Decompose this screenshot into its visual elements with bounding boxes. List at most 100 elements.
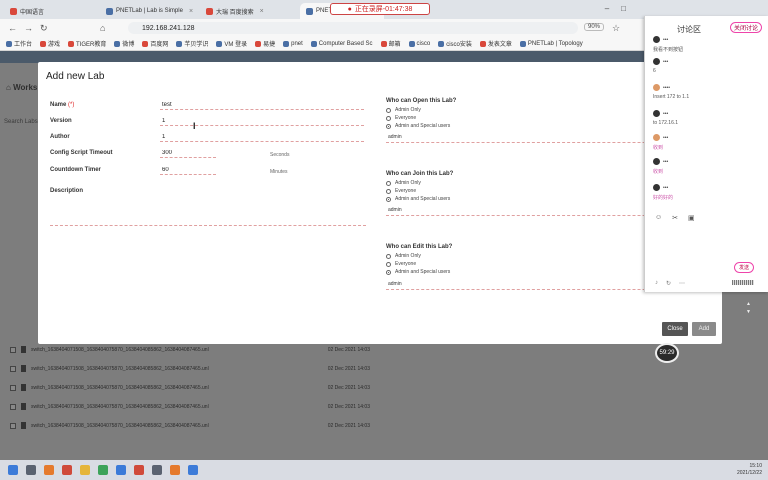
emoji-icon[interactable]: ☺ [655, 214, 662, 222]
window-controls[interactable]: –□ [605, 4, 638, 13]
more-icon[interactable]: ⋯ [679, 280, 685, 287]
system-clock[interactable]: 15:10 2021/12/22 [737, 463, 762, 477]
radio-button[interactable] [386, 188, 391, 194]
bookmark[interactable]: 邮箱 [380, 39, 401, 48]
zoom-level[interactable]: 90% [584, 23, 605, 31]
start-icon[interactable] [8, 465, 18, 475]
open-option-admin-only[interactable]: Admin Only [386, 107, 421, 113]
open-option-everyone[interactable]: Everyone [386, 115, 416, 121]
side-scroll-controls[interactable]: ▲ ▼ [746, 300, 751, 316]
close-button[interactable]: Close [662, 322, 688, 336]
folder-icon[interactable] [80, 465, 90, 475]
app-icon[interactable] [188, 465, 198, 475]
bookmark[interactable]: VM 登录 [216, 39, 247, 48]
table-row[interactable]: switch_1638404071508_1638404075870_16384… [10, 401, 370, 412]
mic-icon[interactable]: ♪ [655, 280, 658, 287]
radio-button[interactable] [386, 123, 391, 129]
radio-button[interactable] [386, 253, 391, 259]
bookmark[interactable]: TIGER教育 [68, 39, 106, 48]
join-option-everyone[interactable]: Everyone [386, 188, 416, 194]
avatar [653, 84, 660, 91]
app-icon[interactable] [44, 465, 54, 475]
search-icon[interactable] [26, 465, 36, 475]
timeout-input[interactable] [160, 148, 216, 158]
row-checkbox[interactable] [10, 422, 16, 429]
edit-option-everyone[interactable]: Everyone [386, 261, 416, 267]
edit-option-admin-only[interactable]: Admin Only [386, 253, 421, 259]
description-input[interactable] [50, 198, 366, 226]
bookmark[interactable]: pnet [283, 40, 303, 47]
join-option-special[interactable]: Admin and Special users [386, 196, 450, 202]
bookmark[interactable]: 百度网 [142, 39, 168, 48]
bookmark[interactable]: 易捷 [255, 39, 275, 48]
row-checkbox[interactable] [10, 403, 16, 410]
refresh-icon[interactable]: ↻ [666, 280, 671, 287]
scroll-up-icon[interactable]: ▲ [746, 301, 751, 307]
author-input[interactable] [160, 132, 364, 142]
radio-button[interactable] [386, 261, 391, 267]
bookmark-label: cisco安装 [446, 42, 472, 48]
bookmark[interactable]: 发表文章 [479, 39, 512, 48]
bookmark[interactable]: 游戏 [40, 39, 60, 48]
bookmark[interactable]: 芊贝学识 [176, 39, 208, 48]
home-icon[interactable]: ⌂ [100, 22, 105, 34]
add-button[interactable]: Add [692, 322, 716, 336]
tab-2[interactable]: PNETLab | Lab is Simple × [100, 3, 198, 19]
minimize-icon[interactable]: – [605, 4, 621, 13]
bookmark[interactable]: cisco [408, 40, 430, 47]
address-bar[interactable]: 192.168.241.128 [128, 22, 578, 34]
bookmark[interactable]: PNETLab | Topology [519, 40, 583, 47]
bookmark[interactable]: Computer Based Sc [310, 40, 373, 47]
app-icon[interactable] [170, 465, 180, 475]
image-icon[interactable]: ▣ [688, 214, 695, 222]
version-input[interactable] [160, 116, 364, 126]
forward-icon[interactable]: → [24, 22, 33, 34]
star-icon[interactable]: ☆ [612, 22, 620, 34]
open-option-special[interactable]: Admin and Special users [386, 123, 450, 129]
maximize-icon[interactable]: □ [621, 4, 638, 13]
chat-message: ••• [653, 58, 668, 65]
row-checkbox[interactable] [10, 384, 16, 391]
scroll-down-icon[interactable]: ▼ [746, 309, 751, 315]
bookmark[interactable]: 微博 [114, 39, 134, 48]
bookmark[interactable]: cisco安装 [438, 39, 472, 48]
tab-1[interactable]: 中国语言 [4, 3, 64, 19]
row-checkbox[interactable] [10, 365, 16, 372]
radio-button[interactable] [386, 269, 391, 275]
close-icon[interactable]: × [189, 8, 193, 15]
radio-label: Everyone [395, 115, 417, 121]
chat-message: ••• [653, 110, 668, 117]
send-button[interactable]: 发送 [733, 262, 754, 273]
bookmark-label: 工作台 [14, 42, 33, 48]
radio-button[interactable] [386, 180, 391, 186]
app-icon[interactable] [152, 465, 162, 475]
dialog-title: Add new Lab [46, 71, 105, 82]
lab-search[interactable]: Search Labs [4, 119, 38, 125]
countdown-input[interactable] [160, 165, 216, 175]
app-icon[interactable] [62, 465, 72, 475]
app-icon[interactable] [98, 465, 108, 475]
back-icon[interactable]: ← [8, 22, 17, 34]
table-row[interactable]: switch_1638404071508_1638404075870_16384… [10, 344, 370, 355]
close-icon[interactable]: × [260, 8, 264, 15]
radio-button[interactable] [386, 115, 391, 121]
name-input[interactable] [160, 100, 364, 110]
bookmark[interactable]: 工作台 [6, 39, 32, 48]
edit-option-special[interactable]: Admin and Special users [386, 269, 450, 275]
home-icon: ⌂ [6, 83, 14, 92]
app-icon[interactable] [116, 465, 126, 475]
table-row[interactable]: switch_1638404071508_1638404075870_16384… [10, 382, 370, 393]
tab-3[interactable]: 大瑞 百度搜索 × [200, 3, 298, 19]
table-row[interactable]: switch_1638404071508_1638404075870_16384… [10, 363, 370, 374]
recording-indicator[interactable]: ● 正在录屏-01:47:38 [330, 3, 430, 15]
row-checkbox[interactable] [10, 346, 16, 353]
join-option-admin-only[interactable]: Admin Only [386, 180, 421, 186]
app-icon[interactable] [134, 465, 144, 475]
close-discussion-button[interactable]: 关闭讨论 [729, 22, 762, 33]
table-row[interactable]: switch_1638404071508_1638404075870_16384… [10, 420, 370, 431]
radio-button[interactable] [386, 107, 391, 113]
scissors-icon[interactable]: ✂ [672, 214, 678, 222]
bookmark-label: Computer Based Sc [318, 40, 373, 47]
reload-icon[interactable]: ↻ [40, 22, 48, 34]
radio-button[interactable] [386, 196, 391, 202]
